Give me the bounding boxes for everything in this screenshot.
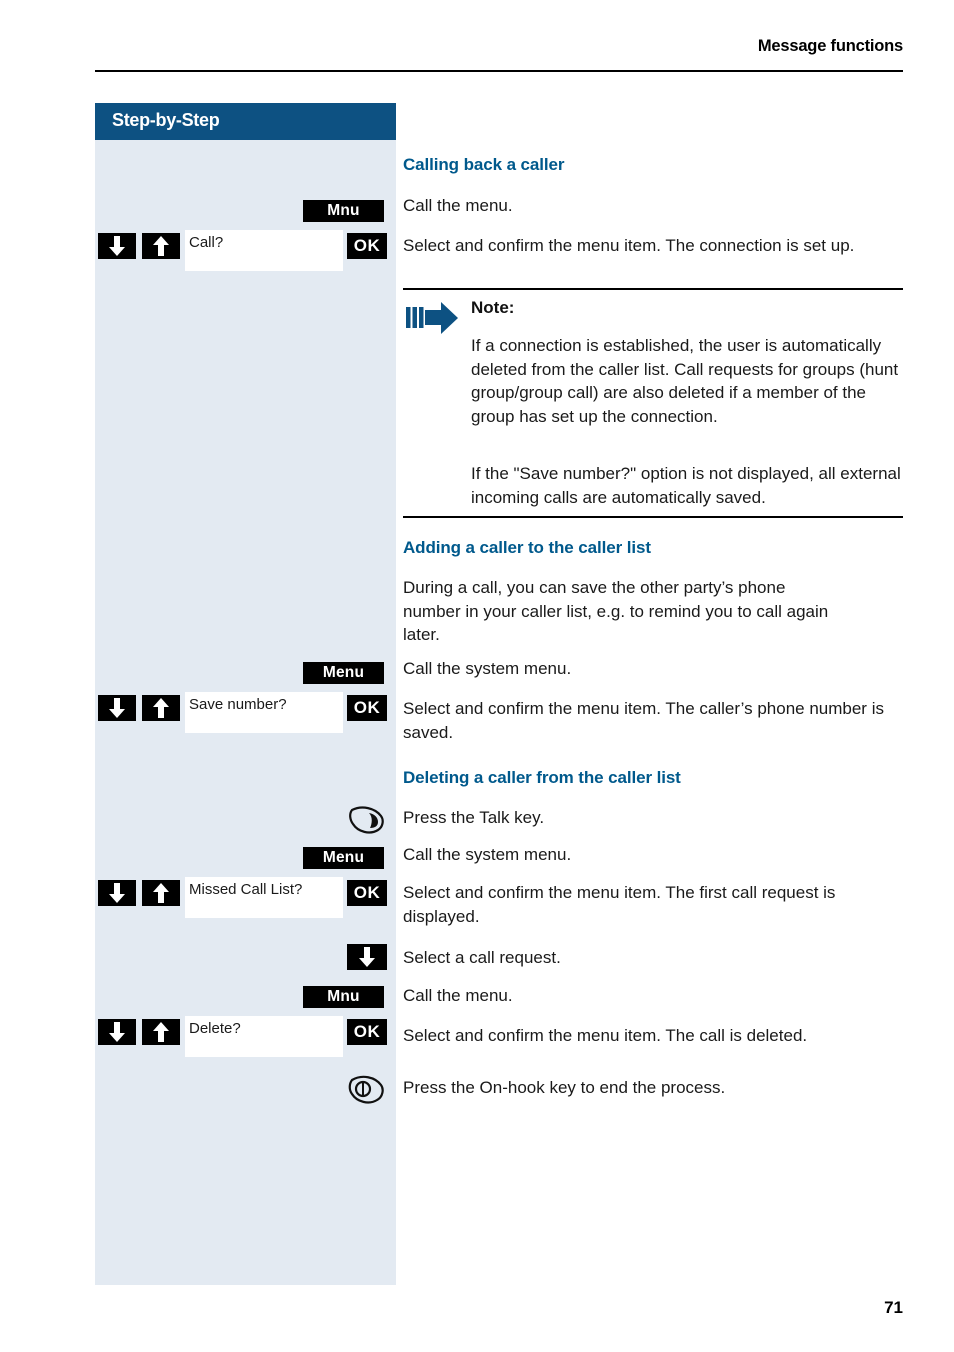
paragraph-select-confirm-deleted: Select and confirm the menu item. The ca… <box>403 1026 808 1045</box>
paragraph-select-confirm-first-request: Select and confirm the menu item. The fi… <box>403 883 836 926</box>
paragraph-call-the-menu: Call the menu. <box>403 196 513 215</box>
ok-key-1[interactable]: OK <box>347 233 387 259</box>
display-field-missed-call-list[interactable]: Missed Call List? <box>185 877 343 918</box>
section-heading-calling-back: Calling back a caller <box>403 155 565 174</box>
up-arrow-key-2[interactable] <box>142 695 180 721</box>
header-divider <box>95 70 903 72</box>
display-field-delete[interactable]: Delete? <box>185 1016 343 1057</box>
up-arrow-icon <box>142 236 180 256</box>
paragraph-call-system-menu-1: Call the system menu. <box>403 659 572 678</box>
section-heading-deleting-caller: Deleting a caller from the caller list <box>403 768 681 787</box>
ok-key-3[interactable]: OK <box>347 880 387 906</box>
note-divider-top <box>403 288 903 290</box>
down-arrow-icon <box>98 1022 136 1042</box>
sidebar-title: Step-by-Step <box>112 110 220 130</box>
note-arrow-icon <box>406 302 458 334</box>
menu-key-3[interactable]: Menu <box>303 847 384 869</box>
step-by-step-sidebar: Step-by-Step Mnu Call? OK Menu Save numb… <box>95 103 396 1285</box>
running-header: Message functions <box>95 38 903 55</box>
down-arrow-key-4[interactable] <box>98 1019 136 1045</box>
up-arrow-icon <box>142 883 180 903</box>
down-arrow-icon <box>347 947 387 967</box>
note-title: Note: <box>471 298 515 317</box>
ok-key-4[interactable]: OK <box>347 1019 387 1045</box>
up-arrow-key-1[interactable] <box>142 233 180 259</box>
down-arrow-icon <box>98 883 136 903</box>
display-field-save-number[interactable]: Save number? <box>185 692 343 733</box>
paragraph-during-a-call: During a call, you can save the other pa… <box>403 578 829 644</box>
note-paragraph-1: If a connection is established, the user… <box>471 336 899 426</box>
down-arrow-icon <box>98 236 136 256</box>
running-header-title: Message functions <box>757 37 903 55</box>
display-text-save-number: Save number? <box>189 696 287 713</box>
display-text-call: Call? <box>189 234 224 251</box>
on-hook-key[interactable] <box>346 1071 384 1105</box>
on-hook-key-icon <box>346 1075 386 1111</box>
talk-key-icon <box>348 806 386 841</box>
mnu-key-4[interactable]: Mnu <box>303 986 384 1008</box>
up-arrow-key-4[interactable] <box>142 1019 180 1045</box>
paragraph-press-talk-key: Press the Talk key. <box>403 808 545 827</box>
paragraph-call-the-menu-2: Call the menu. <box>403 986 513 1005</box>
paragraph-call-system-menu-2: Call the system menu. <box>403 845 572 864</box>
up-arrow-key-3[interactable] <box>142 880 180 906</box>
note-paragraph-2: If the "Save number?" option is not disp… <box>471 464 901 507</box>
down-arrow-key-2[interactable] <box>98 695 136 721</box>
sidebar-title-bar: Step-by-Step <box>95 103 396 140</box>
down-arrow-key-1[interactable] <box>98 233 136 259</box>
talk-key[interactable] <box>348 803 386 837</box>
section-heading-adding-caller: Adding a caller to the caller list <box>403 538 651 557</box>
down-arrow-key-solo[interactable] <box>347 944 387 970</box>
page-number: 71 <box>884 1298 903 1317</box>
paragraph-select-confirm-connection: Select and confirm the menu item. The co… <box>403 236 855 255</box>
mnu-key-1[interactable]: Mnu <box>303 200 384 222</box>
display-text-missed-call-list: Missed Call List? <box>189 881 303 898</box>
down-arrow-key-3[interactable] <box>98 880 136 906</box>
note-divider-bottom <box>403 516 903 518</box>
ok-key-2[interactable]: OK <box>347 695 387 721</box>
menu-key-2[interactable]: Menu <box>303 662 384 684</box>
paragraph-select-confirm-saved: Select and confirm the menu item. The ca… <box>403 699 884 742</box>
paragraph-press-on-hook: Press the On-hook key to end the process… <box>403 1078 726 1097</box>
paragraph-select-call-request: Select a call request. <box>403 948 561 967</box>
down-arrow-icon <box>98 698 136 718</box>
display-text-delete: Delete? <box>189 1020 241 1037</box>
up-arrow-icon <box>142 1022 180 1042</box>
display-field-call[interactable]: Call? <box>185 230 343 271</box>
up-arrow-icon <box>142 698 180 718</box>
